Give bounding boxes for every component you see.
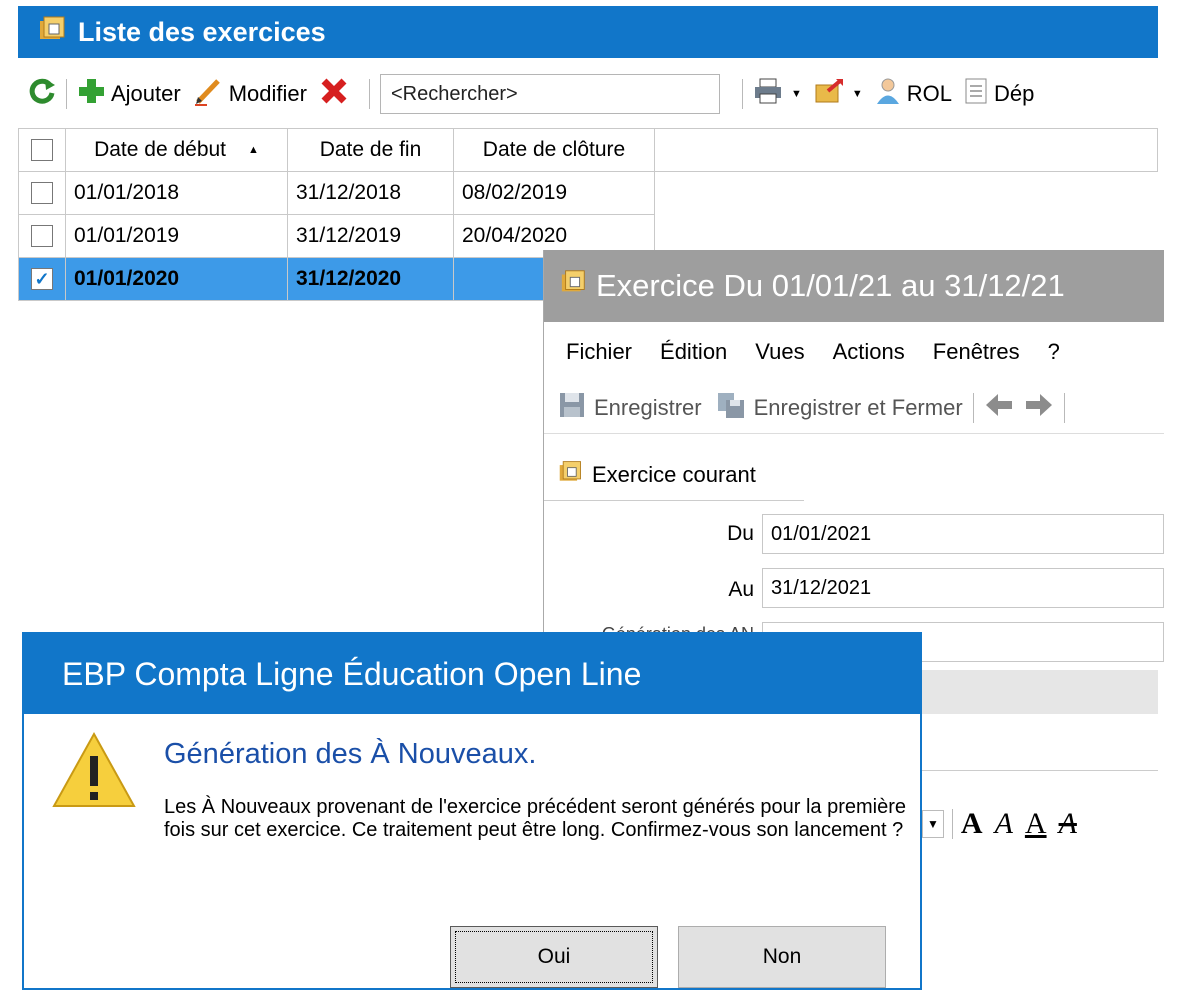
- dialog-heading: Génération des À Nouveaux.: [164, 738, 537, 770]
- save-close-icon: [716, 391, 746, 425]
- table-cell-end[interactable]: 31/12/2018: [287, 171, 454, 215]
- edit-button[interactable]: Modifier: [193, 76, 307, 112]
- du-label: Du: [727, 522, 754, 545]
- plus-icon: [77, 77, 105, 111]
- confirmation-dialog: EBP Compta Ligne Éducation Open Line Gén…: [22, 632, 922, 990]
- exercise-window-title: Exercice Du 01/01/21 au 31/12/21: [596, 268, 1065, 303]
- folder-icon: [560, 268, 588, 304]
- yes-button[interactable]: Oui: [450, 926, 658, 988]
- folder-export-icon: [814, 77, 844, 111]
- column-header-start-label: Date de début: [94, 138, 227, 161]
- column-header-start[interactable]: Date de début ▲: [65, 128, 288, 172]
- folder-icon: [558, 459, 584, 491]
- table-row-checkbox-cell: [18, 171, 66, 215]
- exercise-window-divider: [922, 770, 1158, 771]
- table-cell-start[interactable]: 01/01/2019: [65, 214, 288, 258]
- table-cell-closed[interactable]: 08/02/2019: [453, 171, 655, 215]
- menu-item-help[interactable]: ?: [1048, 339, 1060, 365]
- table-cell-end-selected[interactable]: 31/12/2020: [287, 257, 454, 301]
- tab-underline: [544, 500, 804, 501]
- save-button[interactable]: Enregistrer: [558, 391, 702, 425]
- depot-button[interactable]: Dép: [964, 77, 1034, 111]
- rol-button-label: ROL: [906, 81, 952, 106]
- du-date-field[interactable]: 01/01/2021: [762, 514, 1164, 554]
- save-close-button-label: Enregistrer et Fermer: [753, 394, 963, 420]
- select-all-cell: [18, 128, 66, 172]
- exercise-toolbar: Enregistrer Enregistrer et Fermer: [544, 382, 1164, 434]
- edit-button-label: Modifier: [228, 81, 307, 106]
- pencil-icon: [193, 76, 223, 112]
- row-checkbox[interactable]: [31, 182, 53, 204]
- exercise-window: Exercice Du 01/01/21 au 31/12/21 Fichier…: [543, 250, 1164, 670]
- table-row-checkbox-cell: [18, 214, 66, 258]
- tab-exercice-courant-label: Exercice courant: [592, 462, 756, 487]
- menu-item-edition[interactable]: Édition: [660, 339, 727, 365]
- back-arrow-icon[interactable]: [984, 392, 1014, 424]
- save-close-button[interactable]: Enregistrer et Fermer: [716, 391, 963, 425]
- print-button[interactable]: ▼: [753, 77, 802, 111]
- menu-item-fichier[interactable]: Fichier: [566, 339, 632, 365]
- warning-icon: [50, 730, 138, 815]
- menu-bar: Fichier Édition Vues Actions Fenêtres ?: [544, 332, 1164, 372]
- export-button[interactable]: ▼: [814, 77, 863, 111]
- list-window-title-bar: Liste des exercices: [18, 6, 1158, 58]
- select-all-checkbox[interactable]: [31, 139, 53, 161]
- table-cell-start[interactable]: 01/01/2018: [65, 171, 288, 215]
- search-input[interactable]: <Rechercher>: [379, 74, 720, 114]
- toolbar-separator: [66, 79, 67, 109]
- column-header-end-label: Date de fin: [319, 138, 422, 161]
- column-header-closed-label: Date de clôture: [482, 138, 626, 161]
- chevron-down-icon[interactable]: ▼: [922, 810, 944, 838]
- toolbar-separator: [972, 392, 974, 423]
- chevron-down-icon: ▼: [851, 88, 863, 100]
- dialog-title: EBP Compta Ligne Éducation Open Line: [24, 634, 920, 714]
- strikethrough-icon[interactable]: A: [1059, 807, 1077, 841]
- menu-item-fenetres[interactable]: Fenêtres: [933, 339, 1020, 365]
- no-button[interactable]: Non: [678, 926, 886, 988]
- exercise-window-title-bar: Exercice Du 01/01/21 au 31/12/21: [544, 250, 1164, 322]
- toolbar-separator: [951, 809, 953, 839]
- toolbar-separator: [741, 79, 743, 109]
- column-header-filler: [654, 128, 1158, 172]
- menu-item-actions[interactable]: Actions: [833, 339, 905, 365]
- rol-button[interactable]: ROL: [875, 77, 952, 111]
- refresh-icon[interactable]: [28, 77, 56, 111]
- depot-button-label: Dép: [994, 81, 1035, 106]
- add-button[interactable]: Ajouter: [77, 77, 181, 111]
- save-button-label: Enregistrer: [594, 394, 702, 420]
- toolbar-separator: [368, 79, 370, 109]
- table-cell-start-selected[interactable]: 01/01/2020: [65, 257, 288, 301]
- dialog-message: Les À Nouveaux provenant de l'exercice p…: [164, 796, 907, 841]
- list-window-title: Liste des exercices: [78, 16, 326, 47]
- document-icon: [964, 77, 988, 111]
- folder-icon: [38, 15, 68, 50]
- table-row-checkbox-cell: ✓: [18, 257, 66, 301]
- toolbar-separator: [1063, 392, 1065, 423]
- table-cell-end[interactable]: 31/12/2019: [287, 214, 454, 258]
- row-checkbox[interactable]: [31, 225, 53, 247]
- chevron-down-icon: ▼: [790, 88, 802, 100]
- bold-icon[interactable]: A: [961, 807, 983, 841]
- menu-item-vues[interactable]: Vues: [755, 339, 804, 365]
- printer-icon: [753, 77, 783, 111]
- tab-exercice-courant[interactable]: Exercice courant: [558, 450, 756, 500]
- au-date-field[interactable]: 31/12/2021: [762, 568, 1164, 608]
- floppy-disk-icon: [558, 391, 586, 425]
- delete-icon[interactable]: [319, 76, 349, 112]
- list-toolbar: Ajouter Modifier <Rechercher> ▼ ▼ ROL Dé…: [18, 68, 1158, 120]
- column-header-end[interactable]: Date de fin: [287, 128, 454, 172]
- row-checkbox-checked[interactable]: ✓: [31, 268, 53, 290]
- column-header-closed[interactable]: Date de clôture: [453, 128, 655, 172]
- italic-icon[interactable]: A: [995, 807, 1013, 841]
- exercise-window-grey-band: [922, 670, 1158, 714]
- format-toolbar: ▼ A A A A: [922, 796, 1158, 852]
- user-icon: [875, 77, 901, 111]
- sort-ascending-icon: ▲: [248, 144, 259, 156]
- underline-icon[interactable]: A: [1025, 807, 1047, 841]
- au-label: Au: [728, 578, 754, 601]
- forward-arrow-icon[interactable]: [1024, 392, 1054, 424]
- add-button-label: Ajouter: [111, 81, 181, 106]
